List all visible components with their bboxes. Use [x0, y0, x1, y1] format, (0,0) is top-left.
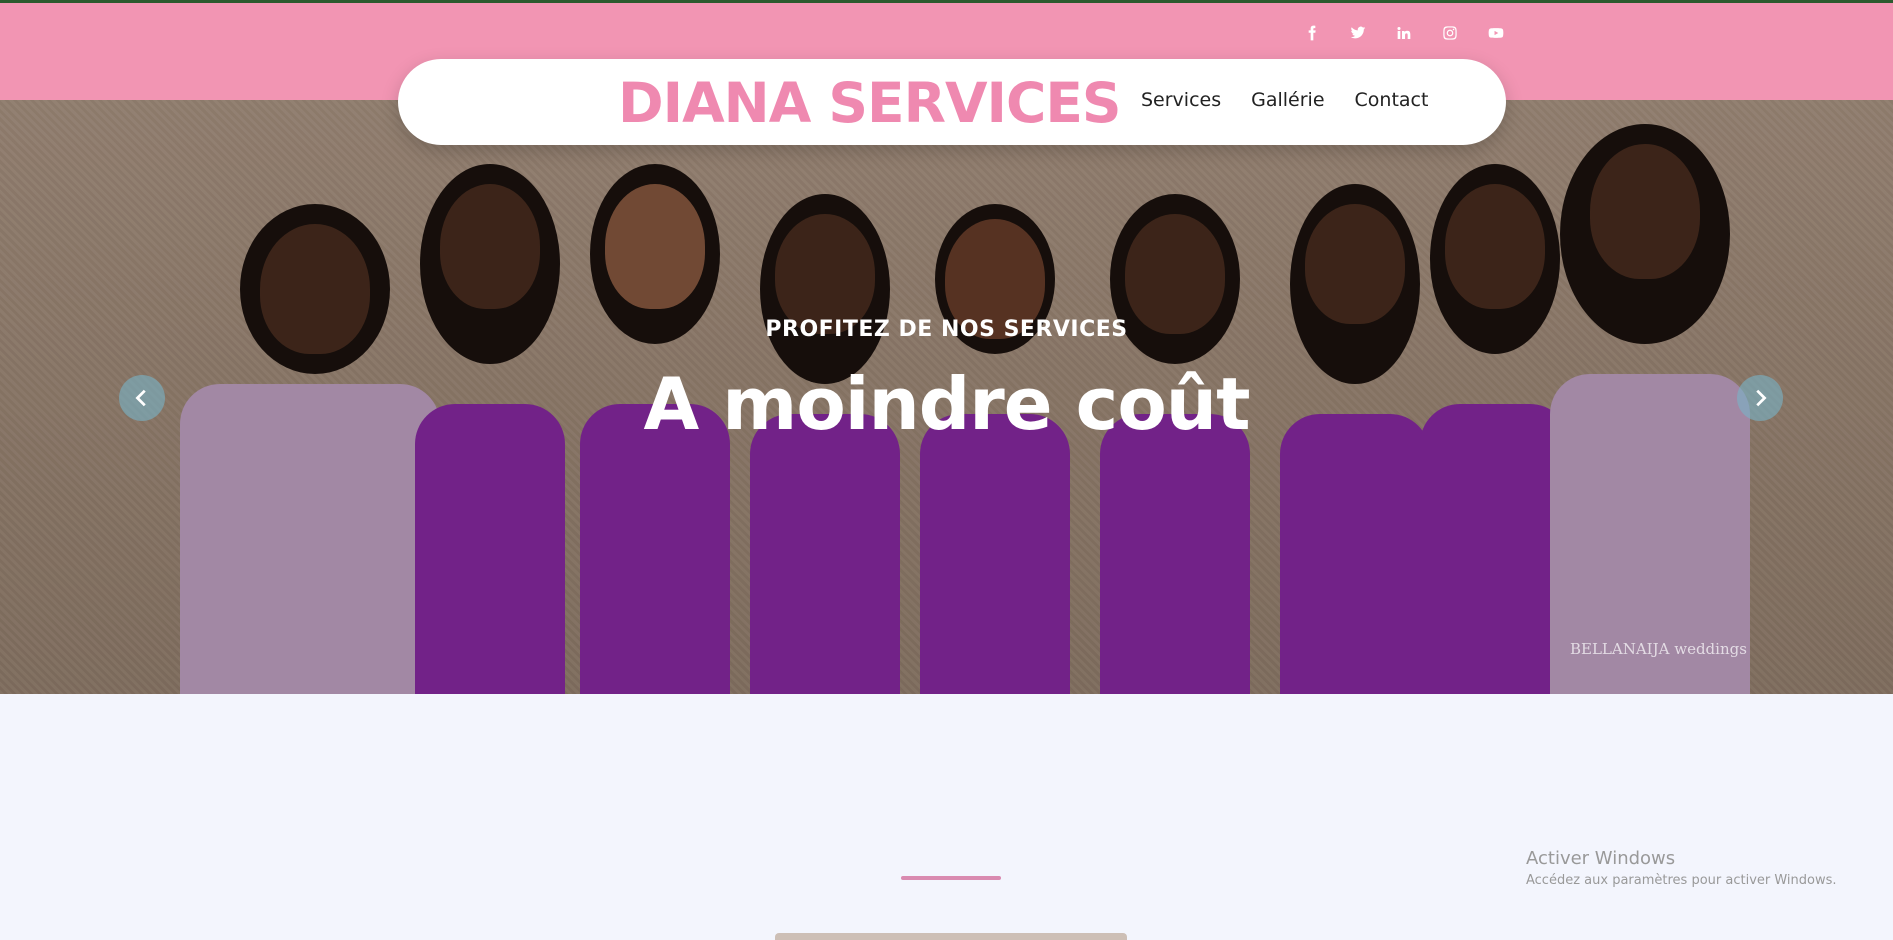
instagram-icon[interactable]	[1438, 21, 1462, 45]
section-divider	[901, 876, 1001, 880]
nav-services[interactable]: Services	[1141, 89, 1221, 111]
brand-logo[interactable]: DIANA SERVICES	[618, 71, 1122, 135]
chevron-left-icon	[135, 389, 146, 407]
hero-title: A moindre coût	[643, 362, 1251, 446]
windows-activation-notice: Activer Windows Accédez aux paramètres p…	[1526, 848, 1837, 888]
chevron-right-icon	[1756, 389, 1767, 407]
carousel-next-button[interactable]	[1737, 375, 1783, 421]
hero-carousel: PROFITEZ DE NOS SERVICES A moindre coût …	[0, 100, 1893, 694]
photo-watermark: BELLANAIJA weddings	[1570, 640, 1747, 658]
nav-gallery[interactable]: Gallérie	[1251, 89, 1324, 111]
twitter-icon[interactable]	[1346, 21, 1370, 45]
linkedin-icon[interactable]	[1392, 21, 1416, 45]
nav-contact[interactable]: Contact	[1355, 89, 1429, 111]
youtube-icon[interactable]	[1484, 21, 1508, 45]
nav-menu: Services Gallérie Contact	[1141, 89, 1428, 111]
windows-activation-subtitle: Accédez aux paramètres pour activer Wind…	[1526, 873, 1837, 888]
carousel-prev-button[interactable]	[119, 375, 165, 421]
facebook-icon[interactable]	[1300, 21, 1324, 45]
main-navbar: DIANA SERVICES Services Gallérie Contact	[398, 59, 1506, 145]
section-image-preview	[775, 933, 1127, 940]
social-links	[1300, 21, 1508, 45]
hero-subtitle: PROFITEZ DE NOS SERVICES	[765, 317, 1128, 342]
windows-activation-title: Activer Windows	[1526, 848, 1676, 869]
